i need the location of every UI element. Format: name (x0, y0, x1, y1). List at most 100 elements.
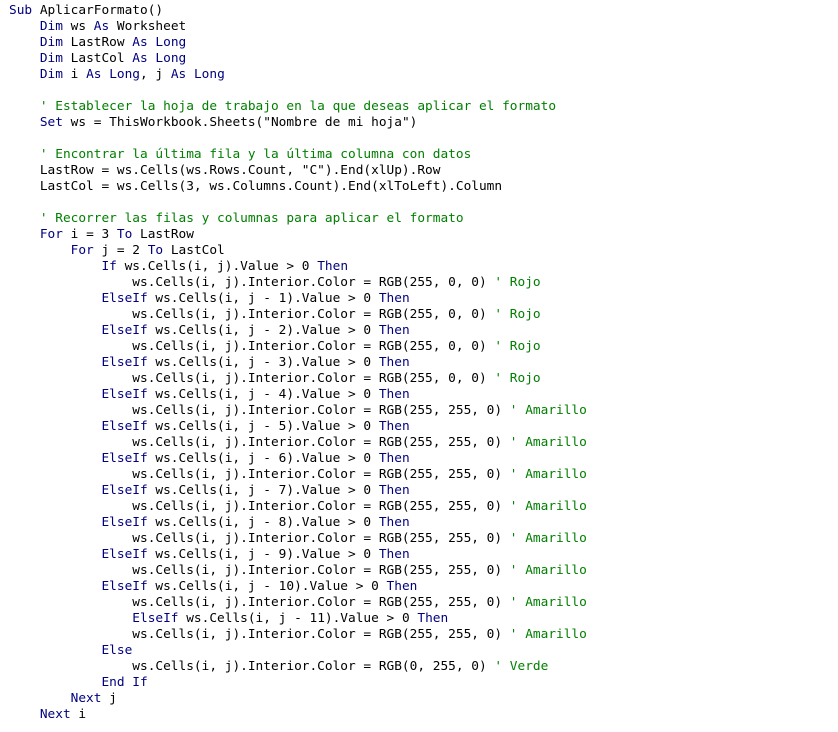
code-area[interactable]: Sub AplicarFormato() Dim ws As Worksheet… (9, 3, 587, 723)
code-line: Next j (9, 691, 587, 707)
code-comment: ' Rojo (494, 275, 541, 290)
code-text: ws.Cells(i, j).Interior.Color = RGB(255,… (132, 627, 510, 642)
code-line: ws.Cells(i, j).Interior.Color = RGB(255,… (9, 275, 587, 291)
code-keyword: ElseIf (101, 419, 156, 434)
code-text: ws.Cells(i, j - 7).Value > 0 (155, 483, 379, 498)
code-comment: ' Amarillo (509, 595, 587, 610)
code-keyword: ElseIf (101, 547, 156, 562)
code-keyword: For (39, 227, 71, 242)
code-text: LastCol = ws.Cells(3, ws.Columns.Count).… (39, 179, 503, 194)
code-keyword: Dim (39, 19, 71, 34)
code-comment: ' Establecer la hoja de trabajo en la qu… (39, 99, 557, 114)
code-comment: ' Recorrer las filas y columnas para apl… (39, 211, 464, 226)
code-line: LastCol = ws.Cells(3, ws.Columns.Count).… (9, 179, 587, 195)
code-line: LastRow = ws.Cells(ws.Rows.Count, "C").E… (9, 163, 587, 179)
code-keyword: ElseIf (101, 483, 156, 498)
code-keyword: ElseIf (101, 323, 156, 338)
code-keyword: Next (70, 691, 110, 706)
code-text: ws = ThisWorkbook.Sheets("Nombre de mi h… (70, 115, 418, 130)
code-text: ws.Cells(i, j - 6).Value > 0 (155, 451, 379, 466)
code-text: ws.Cells(i, j - 4).Value > 0 (155, 387, 379, 402)
code-text: ws.Cells(i, j - 3).Value > 0 (155, 355, 379, 370)
code-keyword: ElseIf (101, 451, 156, 466)
code-text: ws.Cells(i, j).Interior.Color = RGB(255,… (132, 275, 495, 290)
code-text: ws.Cells(i, j).Interior.Color = RGB(255,… (132, 435, 510, 450)
code-keyword: Sub (9, 3, 40, 18)
code-text: ws.Cells(i, j - 8).Value > 0 (155, 515, 379, 530)
code-line: Dim ws As Worksheet (9, 19, 587, 35)
code-text: j = 2 (101, 243, 148, 258)
code-text: ws.Cells(i, j).Value > 0 (124, 259, 318, 274)
code-keyword: Else (101, 643, 133, 658)
code-keyword: ElseIf (101, 387, 156, 402)
code-keyword: Then (378, 291, 410, 306)
code-text: ws.Cells(i, j).Interior.Color = RGB(255,… (132, 499, 510, 514)
code-text: ws.Cells(i, j - 2).Value > 0 (155, 323, 379, 338)
code-comment: ' Amarillo (509, 403, 587, 418)
code-comment: ' Amarillo (509, 435, 587, 450)
code-keyword: End If (101, 675, 148, 690)
code-editor[interactable]: Sub AplicarFormato() Dim ws As Worksheet… (0, 0, 838, 732)
code-keyword: ElseIf (101, 355, 156, 370)
code-text: LastCol (170, 243, 225, 258)
code-line: ElseIf ws.Cells(i, j - 10).Value > 0 The… (9, 579, 587, 595)
code-keyword: Then (317, 259, 349, 274)
code-text: j (109, 691, 117, 706)
code-line: ElseIf ws.Cells(i, j - 2).Value > 0 Then (9, 323, 587, 339)
code-line: ws.Cells(i, j).Interior.Color = RGB(0, 2… (9, 659, 587, 675)
code-text: ws.Cells(i, j).Interior.Color = RGB(255,… (132, 595, 510, 610)
code-text: AplicarFormato() (39, 3, 164, 18)
code-keyword: Set (39, 115, 71, 130)
code-keyword: Then (417, 611, 449, 626)
code-line: Set ws = ThisWorkbook.Sheets("Nombre de … (9, 115, 587, 131)
code-comment: ' Rojo (494, 339, 541, 354)
code-text: ws.Cells(i, j - 9).Value > 0 (155, 547, 379, 562)
code-line: ElseIf ws.Cells(i, j - 4).Value > 0 Then (9, 387, 587, 403)
code-text: ws.Cells(i, j).Interior.Color = RGB(255,… (132, 403, 510, 418)
code-text: ws.Cells(i, j).Interior.Color = RGB(255,… (132, 467, 510, 482)
code-keyword: ElseIf (101, 291, 156, 306)
code-line: ElseIf ws.Cells(i, j - 1).Value > 0 Then (9, 291, 587, 307)
code-comment: ' Amarillo (509, 499, 587, 514)
code-keyword: As Long (132, 35, 187, 50)
code-line: ' Encontrar la última fila y la última c… (9, 147, 587, 163)
code-keyword: Dim (39, 67, 71, 82)
code-line: ws.Cells(i, j).Interior.Color = RGB(255,… (9, 563, 587, 579)
code-text: ws.Cells(i, j - 1).Value > 0 (155, 291, 379, 306)
code-line: Dim LastRow As Long (9, 35, 587, 51)
code-text: ws.Cells(i, j - 10).Value > 0 (155, 579, 387, 594)
code-comment: ' Amarillo (509, 467, 587, 482)
code-comment: ' Amarillo (509, 531, 587, 546)
code-text: ws.Cells(i, j - 5).Value > 0 (155, 419, 379, 434)
code-line: Dim i As Long, j As Long (9, 67, 587, 83)
code-comment: ' Rojo (494, 307, 541, 322)
code-line: ws.Cells(i, j).Interior.Color = RGB(255,… (9, 339, 587, 355)
code-text: ws.Cells(i, j).Interior.Color = RGB(255,… (132, 307, 495, 322)
code-line: ElseIf ws.Cells(i, j - 9).Value > 0 Then (9, 547, 587, 563)
code-line: ws.Cells(i, j).Interior.Color = RGB(255,… (9, 627, 587, 643)
code-keyword: ElseIf (101, 579, 156, 594)
code-text: ws.Cells(i, j).Interior.Color = RGB(255,… (132, 563, 510, 578)
code-keyword: For (70, 243, 102, 258)
code-text: ws.Cells(i, j).Interior.Color = RGB(0, 2… (132, 659, 495, 674)
code-comment: ' Rojo (494, 371, 541, 386)
